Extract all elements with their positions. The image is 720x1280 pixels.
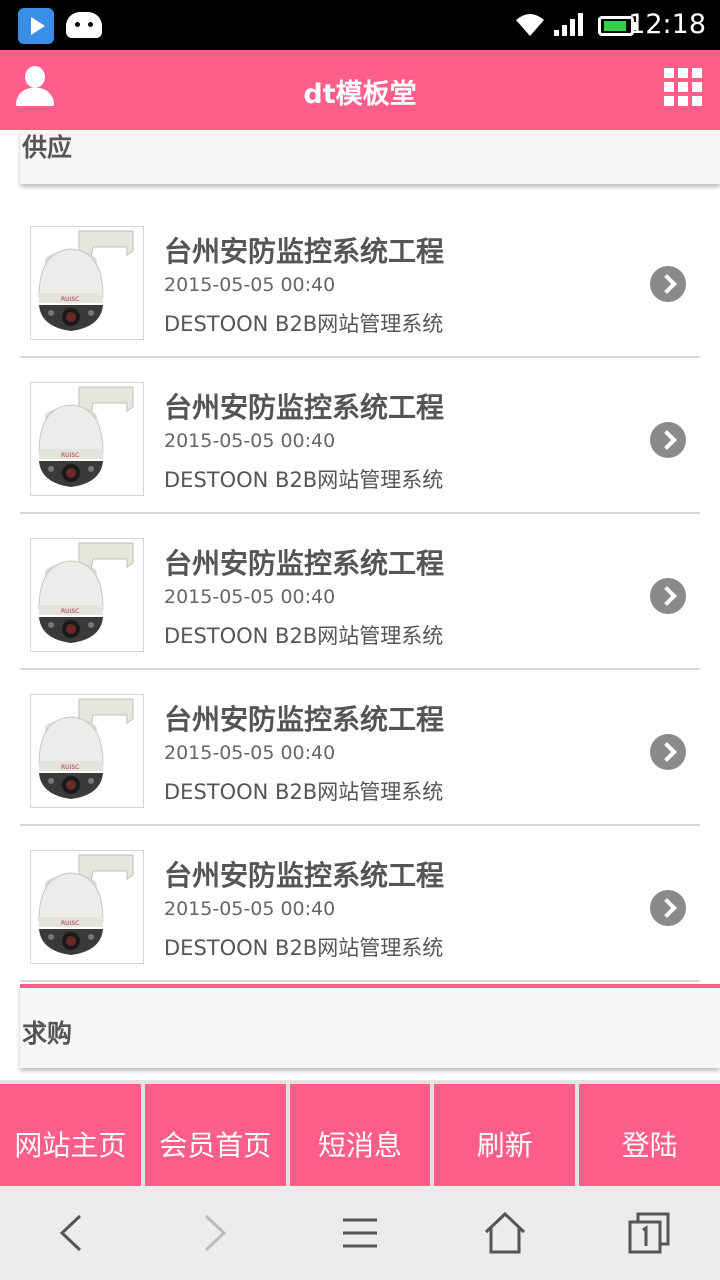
list-item[interactable]: 台州安防监控系统工程 2015-05-05 00:40 DESTOON B2B网… [20, 358, 700, 514]
menu-icon[interactable] [335, 1208, 385, 1258]
demand-section-title: 求购 [22, 1019, 73, 1048]
item-date: 2015-05-05 00:40 [164, 274, 336, 296]
item-date: 2015-05-05 00:40 [164, 430, 336, 452]
browser-toolbar [0, 1186, 720, 1280]
status-time: 12:18 [628, 9, 706, 40]
list-item[interactable]: 台州安防监控系统工程 2015-05-05 00:40 DESTOON B2B网… [20, 202, 700, 358]
list-item[interactable]: 台州安防监控系统工程 2015-05-05 00:40 DESTOON B2B网… [20, 514, 700, 670]
list-item[interactable]: 台州安防监控系统工程 2015-05-05 00:40 DESTOON B2B网… [20, 826, 700, 982]
item-description: DESTOON B2B网站管理系统 [164, 780, 444, 804]
item-title[interactable]: 台州安防监控系统工程 [164, 854, 444, 894]
nav-member-button[interactable]: 会员首页 [144, 1084, 286, 1186]
status-bar: 12:18 [0, 0, 720, 50]
video-app-icon [18, 8, 54, 44]
chevron-right-icon[interactable] [650, 422, 686, 458]
item-description: DESTOON B2B网站管理系统 [164, 468, 444, 492]
item-description: DESTOON B2B网站管理系统 [164, 936, 444, 960]
home-icon[interactable] [480, 1208, 530, 1258]
item-date: 2015-05-05 00:40 [164, 742, 336, 764]
product-image[interactable] [30, 850, 144, 964]
product-image[interactable] [30, 382, 144, 496]
chevron-right-icon[interactable] [650, 734, 686, 770]
chevron-right-icon[interactable] [650, 266, 686, 302]
supply-section-title: 供应 [22, 133, 73, 162]
item-date: 2015-05-05 00:40 [164, 898, 336, 920]
chevron-right-icon[interactable] [650, 578, 686, 614]
item-description: DESTOON B2B网站管理系统 [164, 624, 444, 648]
product-image[interactable] [30, 538, 144, 652]
forward-icon[interactable] [190, 1208, 240, 1258]
nav-login-button[interactable]: 登陆 [579, 1084, 720, 1186]
item-title[interactable]: 台州安防监控系统工程 [164, 386, 444, 426]
nav-home-button[interactable]: 网站主页 [0, 1084, 141, 1186]
supply-list: 台州安防监控系统工程 2015-05-05 00:40 DESTOON B2B网… [20, 202, 700, 982]
item-description: DESTOON B2B网站管理系统 [164, 312, 444, 336]
nav-messages-button[interactable]: 短消息 [289, 1084, 431, 1186]
list-item[interactable]: 台州安防监控系统工程 2015-05-05 00:40 DESTOON B2B网… [20, 670, 700, 826]
chevron-right-icon[interactable] [650, 890, 686, 926]
item-title[interactable]: 台州安防监控系统工程 [164, 542, 444, 582]
android-icon [66, 12, 102, 38]
supply-section-header: 供应 [20, 130, 720, 184]
bottom-nav: 网站主页 会员首页 短消息 刷新 登陆 [0, 1080, 720, 1186]
nav-refresh-button[interactable]: 刷新 [434, 1084, 576, 1186]
item-title[interactable]: 台州安防监控系统工程 [164, 230, 444, 270]
app-header: dt模板堂 [0, 50, 720, 130]
item-title[interactable]: 台州安防监控系统工程 [164, 698, 444, 738]
grid-menu-icon[interactable] [664, 68, 702, 106]
back-icon[interactable] [46, 1208, 96, 1258]
signal-icon [552, 12, 586, 38]
wifi-icon [514, 12, 546, 38]
item-date: 2015-05-05 00:40 [164, 586, 336, 608]
product-image[interactable] [30, 226, 144, 340]
page-title: dt模板堂 [303, 79, 417, 110]
product-image[interactable] [30, 694, 144, 808]
tabs-icon[interactable] [624, 1208, 674, 1258]
demand-section-header: 求购 [20, 984, 720, 1068]
